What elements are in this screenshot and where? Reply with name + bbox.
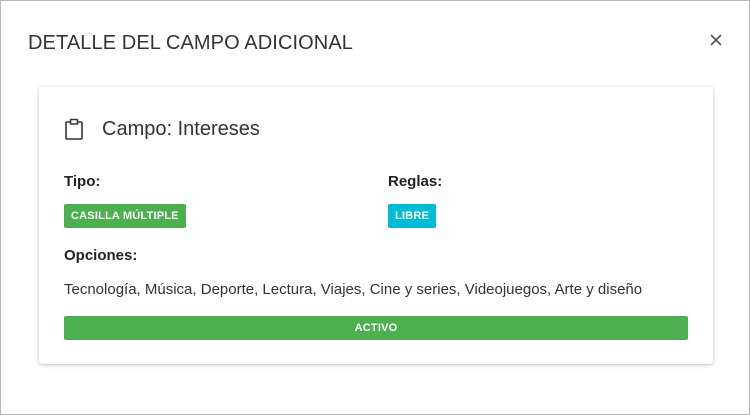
reglas-label: Reglas:	[388, 173, 443, 190]
card-title: Campo: Intereses	[102, 117, 260, 140]
close-icon[interactable]	[707, 31, 725, 49]
modal-title: DETALLE DEL CAMPO ADICIONAL	[28, 32, 354, 54]
reglas-badge: LIBRE	[388, 204, 436, 228]
opciones-label: Opciones:	[64, 247, 138, 264]
card-header: Campo: Intereses	[64, 117, 260, 141]
field-detail-card: Campo: Intereses Tipo: CASILLA MÚLTIPLE …	[39, 87, 713, 364]
modal-header: DETALLE DEL CAMPO ADICIONAL	[1, 1, 749, 87]
tipo-label: Tipo:	[64, 173, 101, 190]
status-badge: ACTIVO	[64, 316, 688, 340]
tipo-badge: CASILLA MÚLTIPLE	[64, 204, 186, 228]
modal-dialog: DETALLE DEL CAMPO ADICIONAL Campo: Inter…	[0, 0, 750, 415]
clipboard-icon	[64, 118, 84, 140]
opciones-value: Tecnología, Música, Deporte, Lectura, Vi…	[64, 281, 643, 298]
